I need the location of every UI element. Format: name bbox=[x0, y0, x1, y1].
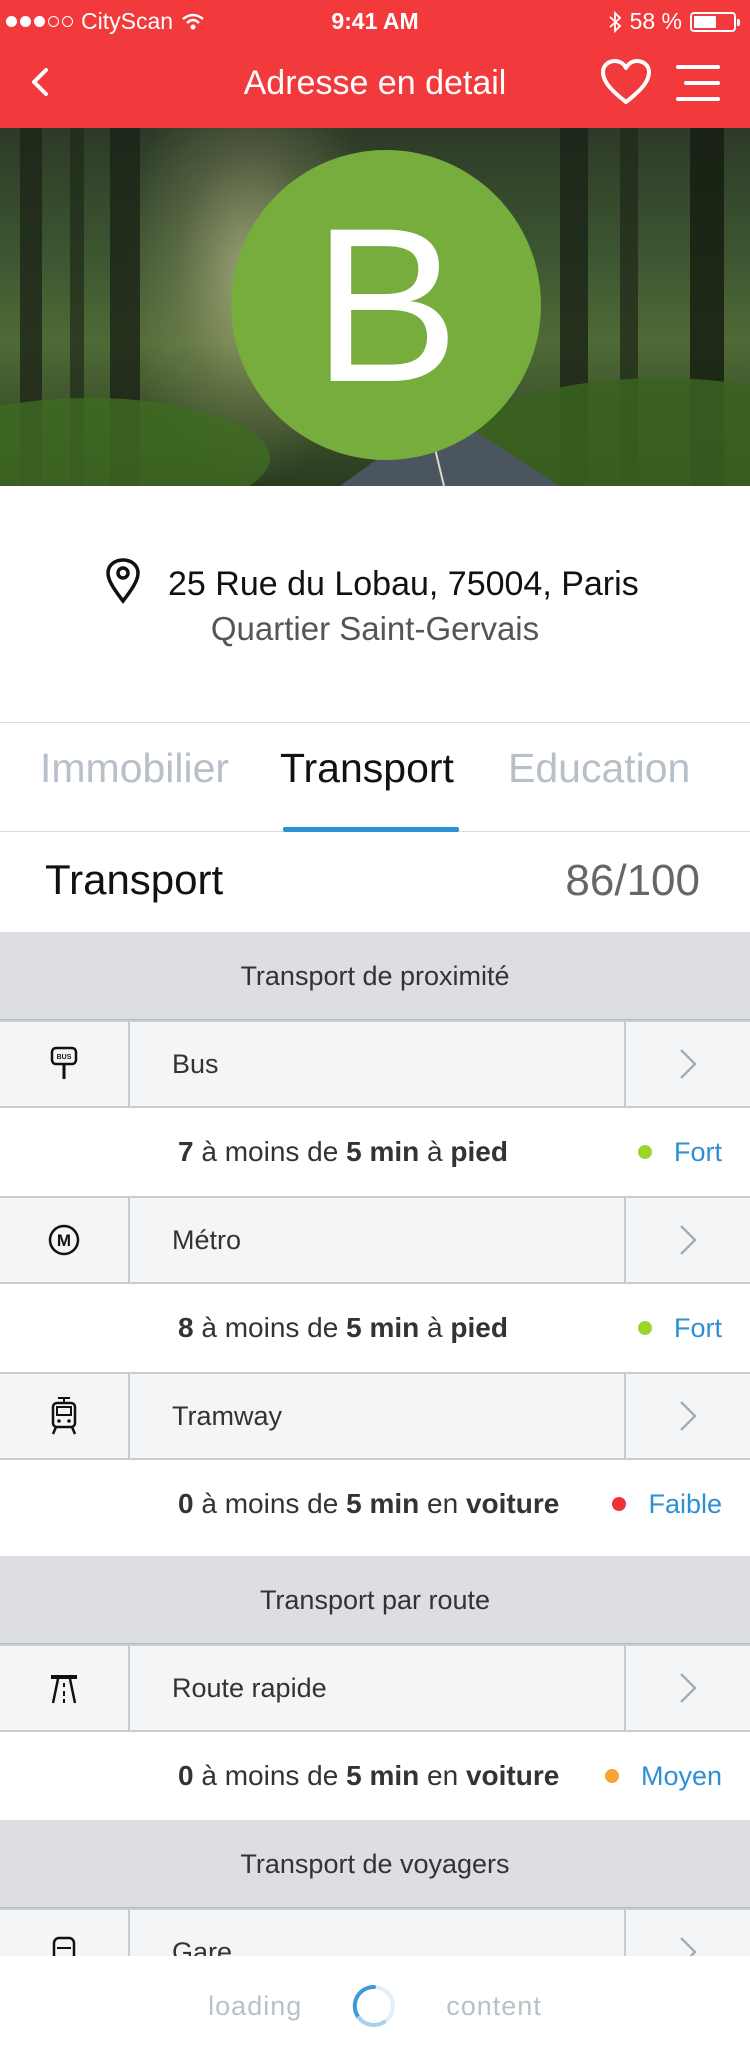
availability-text: 0 à moins de 5 min en voiture bbox=[178, 1760, 560, 1791]
address-street: 25 Rue du Lobau, 75004, Paris bbox=[168, 565, 639, 603]
hero-forest-image: B bbox=[0, 128, 750, 486]
category-label: Bus bbox=[172, 1049, 219, 1079]
metro-icon: M bbox=[48, 1224, 80, 1256]
tram-icon bbox=[51, 1397, 77, 1435]
level-indicator: Fort bbox=[637, 1108, 722, 1196]
address-panel: 25 Rue du Lobau, 75004, Paris Quartier S… bbox=[0, 486, 750, 722]
bus-stop-icon: BUS bbox=[50, 1046, 78, 1079]
section-header: Transport 86/100 bbox=[0, 832, 750, 932]
category-row-route-rapide[interactable]: Route rapide bbox=[0, 1644, 750, 1732]
category-label: Tramway bbox=[172, 1401, 283, 1431]
tab-transport[interactable]: Transport bbox=[280, 745, 454, 792]
category-row-bus[interactable]: BUS Bus bbox=[0, 1020, 750, 1108]
chevron-right-icon bbox=[680, 1673, 697, 1703]
detail-row-tramway: 0 à moins de 5 min en voiture Faible bbox=[0, 1460, 750, 1548]
chevron-right-icon bbox=[680, 1049, 697, 1079]
loading-indicator: loading content bbox=[0, 1956, 750, 2056]
level-indicator: Fort bbox=[637, 1284, 722, 1372]
tab-education[interactable]: Education bbox=[508, 745, 690, 792]
category-label: Métro bbox=[172, 1225, 242, 1255]
level-dot bbox=[612, 1497, 627, 1511]
category-row-tramway[interactable]: Tramway bbox=[0, 1372, 750, 1460]
battery-info: 58 % bbox=[608, 8, 740, 35]
group-header-voyagers: Transport de voyagers bbox=[0, 1820, 750, 1908]
level-dot bbox=[604, 1769, 619, 1783]
group-header-route: Transport par route bbox=[0, 1556, 750, 1644]
category-tabs: Immobilier Transport Education bbox=[0, 722, 750, 832]
availability-text: 8 à moins de 5 min à pied bbox=[178, 1312, 508, 1343]
detail-row-metro: 8 à moins de 5 min à pied Fort bbox=[0, 1284, 750, 1372]
chevron-right-icon bbox=[680, 1225, 697, 1255]
battery-percent: 58 % bbox=[629, 8, 682, 34]
bluetooth-icon bbox=[608, 10, 621, 33]
menu-icon[interactable] bbox=[672, 62, 722, 104]
address-neighborhood: Quartier Saint-Gervais bbox=[210, 610, 540, 647]
location-pin-icon bbox=[106, 558, 140, 604]
level-indicator: Faible bbox=[612, 1460, 722, 1548]
level-dot bbox=[637, 1321, 652, 1335]
highway-icon bbox=[51, 1675, 77, 1704]
availability-text: 0 à moins de 5 min en voiture bbox=[178, 1488, 560, 1519]
loading-label-right: content bbox=[446, 1990, 542, 2021]
svg-text:BUS: BUS bbox=[57, 1054, 72, 1061]
score-grade-badge: B bbox=[231, 150, 541, 460]
availability-text: 7 à moins de 5 min à pied bbox=[178, 1136, 508, 1167]
level-dot bbox=[637, 1145, 652, 1159]
category-row-metro[interactable]: M Métro bbox=[0, 1196, 750, 1284]
loading-label-left: loading bbox=[208, 1990, 303, 2021]
spinner-icon bbox=[353, 1984, 396, 2027]
status-bar: CityScan 9:41 AM 58 % bbox=[0, 0, 750, 40]
level-indicator: Moyen bbox=[604, 1732, 722, 1820]
detail-row-route-rapide: 0 à moins de 5 min en voiture Moyen bbox=[0, 1732, 750, 1820]
tab-immobilier[interactable]: Immobilier bbox=[40, 745, 229, 792]
navigation-bar: Adresse en detail bbox=[0, 40, 750, 128]
svg-text:M: M bbox=[57, 1231, 71, 1250]
category-label: Route rapide bbox=[172, 1673, 327, 1703]
section-score: 86/100 bbox=[565, 856, 700, 905]
battery-icon bbox=[690, 11, 740, 32]
section-title: Transport bbox=[45, 856, 224, 903]
chevron-right-icon bbox=[680, 1401, 697, 1431]
detail-row-bus: 7 à moins de 5 min à pied Fort bbox=[0, 1108, 750, 1196]
favorite-heart-icon[interactable] bbox=[600, 58, 652, 106]
group-header-proximite: Transport de proximité bbox=[0, 932, 750, 1020]
